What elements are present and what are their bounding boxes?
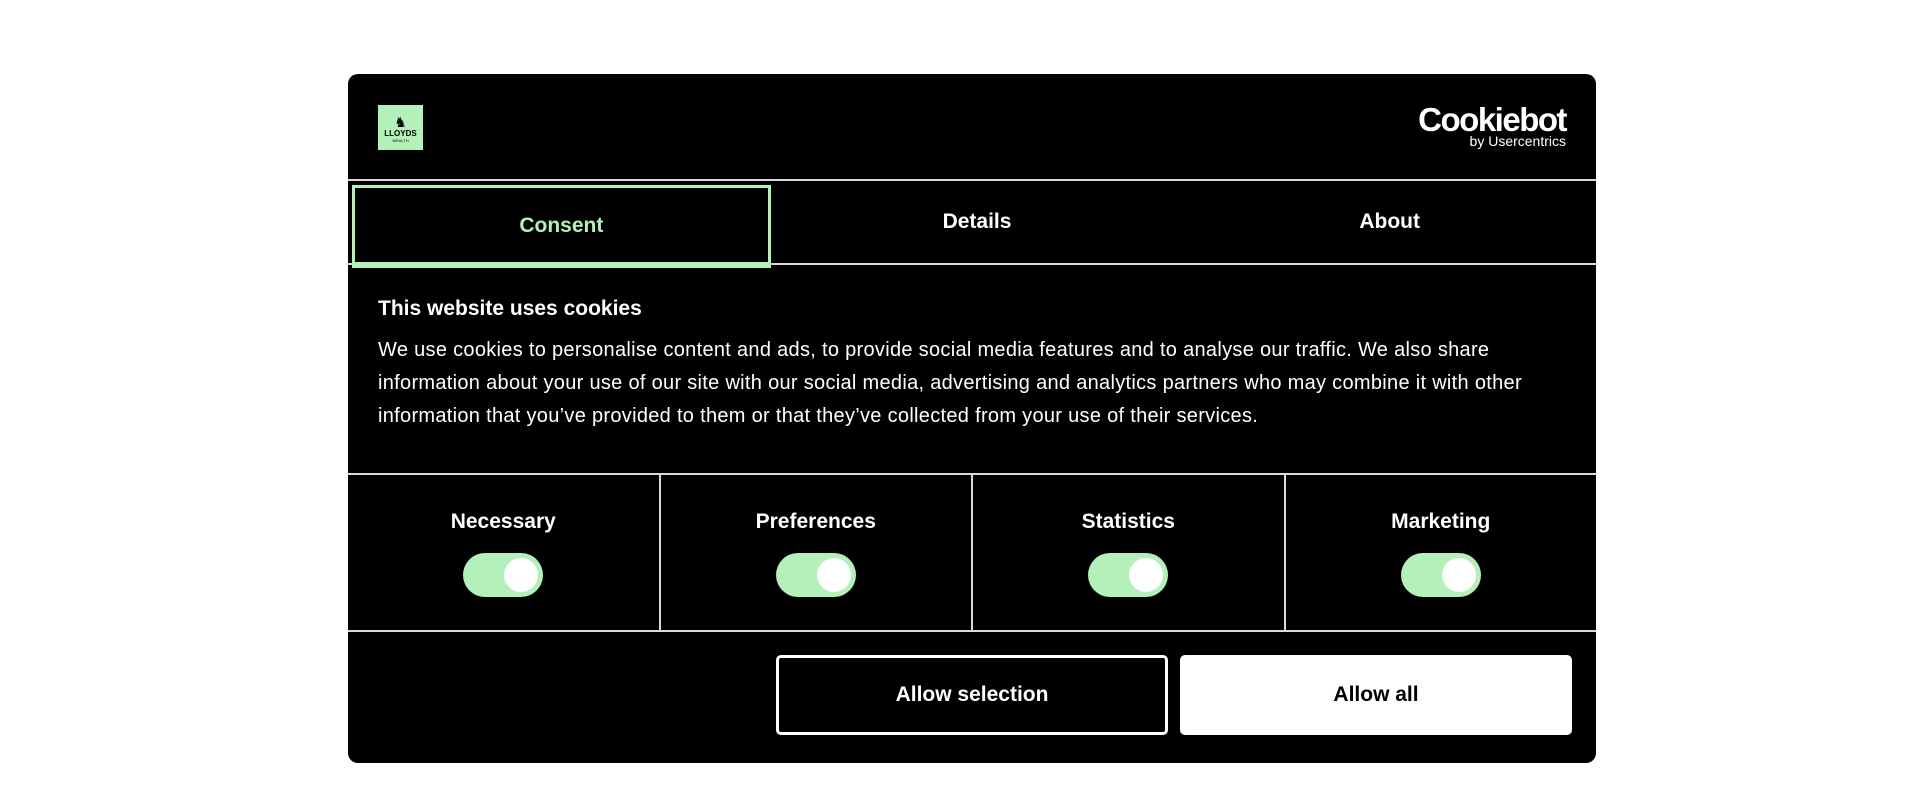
lloyds-wealth-logo: ♞ LLOYDS WEALTH	[378, 105, 423, 150]
category-label: Marketing	[1391, 510, 1491, 533]
toggle-knob	[504, 558, 539, 592]
consent-body: This website uses cookies We use cookies…	[378, 294, 1568, 433]
category-preferences: Preferences	[661, 475, 973, 630]
allow-all-button[interactable]: Allow all	[1180, 655, 1572, 735]
allow-selection-button[interactable]: Allow selection	[776, 655, 1168, 735]
consent-heading: This website uses cookies	[378, 297, 642, 320]
toggle-knob	[816, 558, 851, 592]
cookie-categories: Necessary Preferences Statistics Marketi…	[348, 473, 1596, 632]
statistics-toggle[interactable]	[1088, 553, 1169, 597]
cookiebot-logo[interactable]: Cookiebot by Usercentrics	[1418, 101, 1567, 148]
consent-description: We use cookies to personalise content an…	[378, 339, 1522, 427]
toggle-knob	[1129, 558, 1164, 592]
category-label: Preferences	[755, 510, 876, 533]
necessary-toggle[interactable]	[463, 553, 544, 597]
tab-consent[interactable]: Consent	[352, 185, 771, 268]
tab-bar: Consent Details About	[348, 181, 1596, 268]
preferences-toggle[interactable]	[775, 553, 856, 597]
cookiebot-name: Cookiebot	[1418, 101, 1567, 138]
category-label: Necessary	[450, 510, 556, 533]
tab-about[interactable]: About	[1183, 181, 1596, 263]
logo-sub-text: WEALTH	[392, 137, 409, 143]
toggle-knob	[1441, 558, 1476, 592]
category-statistics: Statistics	[973, 475, 1286, 630]
horse-icon: ♞	[394, 113, 407, 130]
logo-brand-text: LLOYDS	[384, 128, 417, 138]
category-label: Statistics	[1081, 510, 1175, 533]
tab-details[interactable]: Details	[771, 181, 1184, 263]
cookie-consent-dialog: ♞ LLOYDS WEALTH Cookiebot by Usercentric…	[348, 74, 1596, 763]
dialog-header: ♞ LLOYDS WEALTH Cookiebot by Usercentric…	[348, 74, 1596, 181]
category-marketing: Marketing	[1286, 475, 1597, 630]
marketing-toggle[interactable]	[1400, 553, 1481, 597]
category-necessary: Necessary	[348, 475, 661, 630]
